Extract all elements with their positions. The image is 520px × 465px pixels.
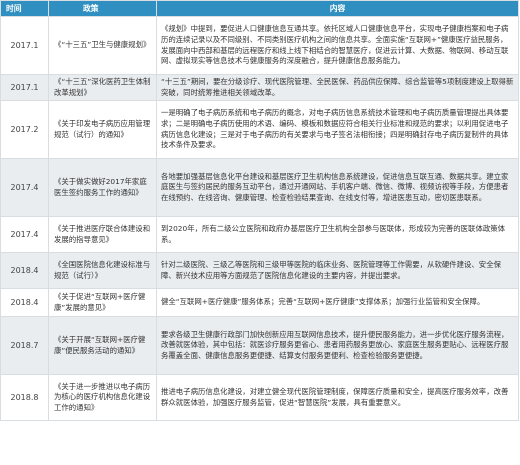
table-row: 2018.8 《关于进一步推进以电子病历为核心的医疗机构信息化建设工作的通知》 … xyxy=(0,374,519,421)
row-policy: 《“十三五”卫生与健康规划》 xyxy=(48,16,157,75)
row-content: 一是明确了电子病历系统和电子病历的概念，对电子病历信息系统技术管理和电子病历质量… xyxy=(156,100,519,159)
policy-table: 时间 政策 内容 2017.1 《“十三五”卫生与健康规划》 《规划》中提到，要… xyxy=(0,0,519,421)
row-policy: 《关于印发电子病历应用管理规范（试行）的通知》 xyxy=(48,100,157,159)
table-row: 2017.2 《关于印发电子病历应用管理规范（试行）的通知》 一是明确了电子病历… xyxy=(0,100,519,159)
row-policy: 《关于进一步推进以电子病历为核心的医疗机构信息化建设工作的通知》 xyxy=(48,374,157,421)
row-content: 健全“互联网+医疗健康”服务体系；完善“互联网+医疗健康”支撑体系；加强行业监管… xyxy=(156,288,519,317)
row-content: 各地要加强基层信息化平台建设和基层医疗卫生机构信息系统建设，促进信息互联互通、数… xyxy=(156,158,519,217)
table-row: 2018.4 《全国医院信息化建设标准与规范（试行）》 针对二级医院、三级乙等医… xyxy=(0,252,519,289)
row-content: 针对二级医院、三级乙等医院和三级甲等医院的临床业务、医院管理等工作需要，从软硬件… xyxy=(156,252,519,289)
table-row: 2017.4 《关于推进医疗联合体建设和发展的指导意见》 到2020年，所有二级… xyxy=(0,216,519,253)
row-time: 2017.1 xyxy=(0,16,49,75)
table-header-row: 时间 政策 内容 xyxy=(0,0,519,17)
row-policy: 《关于促进“互联网+医疗健康”发展的意见》 xyxy=(48,288,157,317)
header-time: 时间 xyxy=(0,0,49,17)
header-content: 内容 xyxy=(156,0,519,17)
row-policy: 《全国医院信息化建设标准与规范（试行）》 xyxy=(48,252,157,289)
policy-table-container: 时间 政策 内容 2017.1 《“十三五”卫生与健康规划》 《规划》中提到，要… xyxy=(0,0,520,465)
row-time: 2017.1 xyxy=(0,74,49,101)
row-content: 到2020年，所有二级公立医院和政府办基层医疗卫生机构全部参与医联体，形成较为完… xyxy=(156,216,519,253)
row-time: 2018.4 xyxy=(0,288,49,317)
row-time: 2018.7 xyxy=(0,316,49,375)
row-content: “十三五”期间，要在分级诊疗、现代医院管理、全民医保、药品供应保障、综合监管等5… xyxy=(156,74,519,101)
table-row: 2017.1 《“十三五”卫生与健康规划》 《规划》中提到，要促进人口健康信息互… xyxy=(0,16,519,75)
header-policy: 政策 xyxy=(48,0,157,17)
row-policy: 《关于开展“互联网+医疗健康”便民服务活动的通知》 xyxy=(48,316,157,375)
table-row: 2017.1 《“十三五”深化医药卫生体制改革规划》 “十三五”期间，要在分级诊… xyxy=(0,74,519,101)
row-time: 2017.4 xyxy=(0,158,49,217)
row-content: 要求各级卫生健康行政部门加快创新应用互联网信息技术，提升便民服务能力，进一步优化… xyxy=(156,316,519,375)
row-policy: 《关于推进医疗联合体建设和发展的指导意见》 xyxy=(48,216,157,253)
row-time: 2017.4 xyxy=(0,216,49,253)
table-row: 2017.4 《关于做实做好2017年家庭医生签约服务工作的通知》 各地要加强基… xyxy=(0,158,519,217)
row-time: 2017.2 xyxy=(0,100,49,159)
row-content: 《规划》中提到，要促进人口健康信息互通共享。依托区域人口健康信息平台，实现电子健… xyxy=(156,16,519,75)
table-row: 2018.7 《关于开展“互联网+医疗健康”便民服务活动的通知》 要求各级卫生健… xyxy=(0,316,519,375)
row-content: 推进电子病历信息化建设，对建立健全现代医院管理制度，保障医疗质量和安全，提高医疗… xyxy=(156,374,519,421)
row-time: 2018.4 xyxy=(0,252,49,289)
row-policy: 《关于做实做好2017年家庭医生签约服务工作的通知》 xyxy=(48,158,157,217)
table-row: 2018.4 《关于促进“互联网+医疗健康”发展的意见》 健全“互联网+医疗健康… xyxy=(0,288,519,317)
row-time: 2018.8 xyxy=(0,374,49,421)
row-policy: 《“十三五”深化医药卫生体制改革规划》 xyxy=(48,74,157,101)
